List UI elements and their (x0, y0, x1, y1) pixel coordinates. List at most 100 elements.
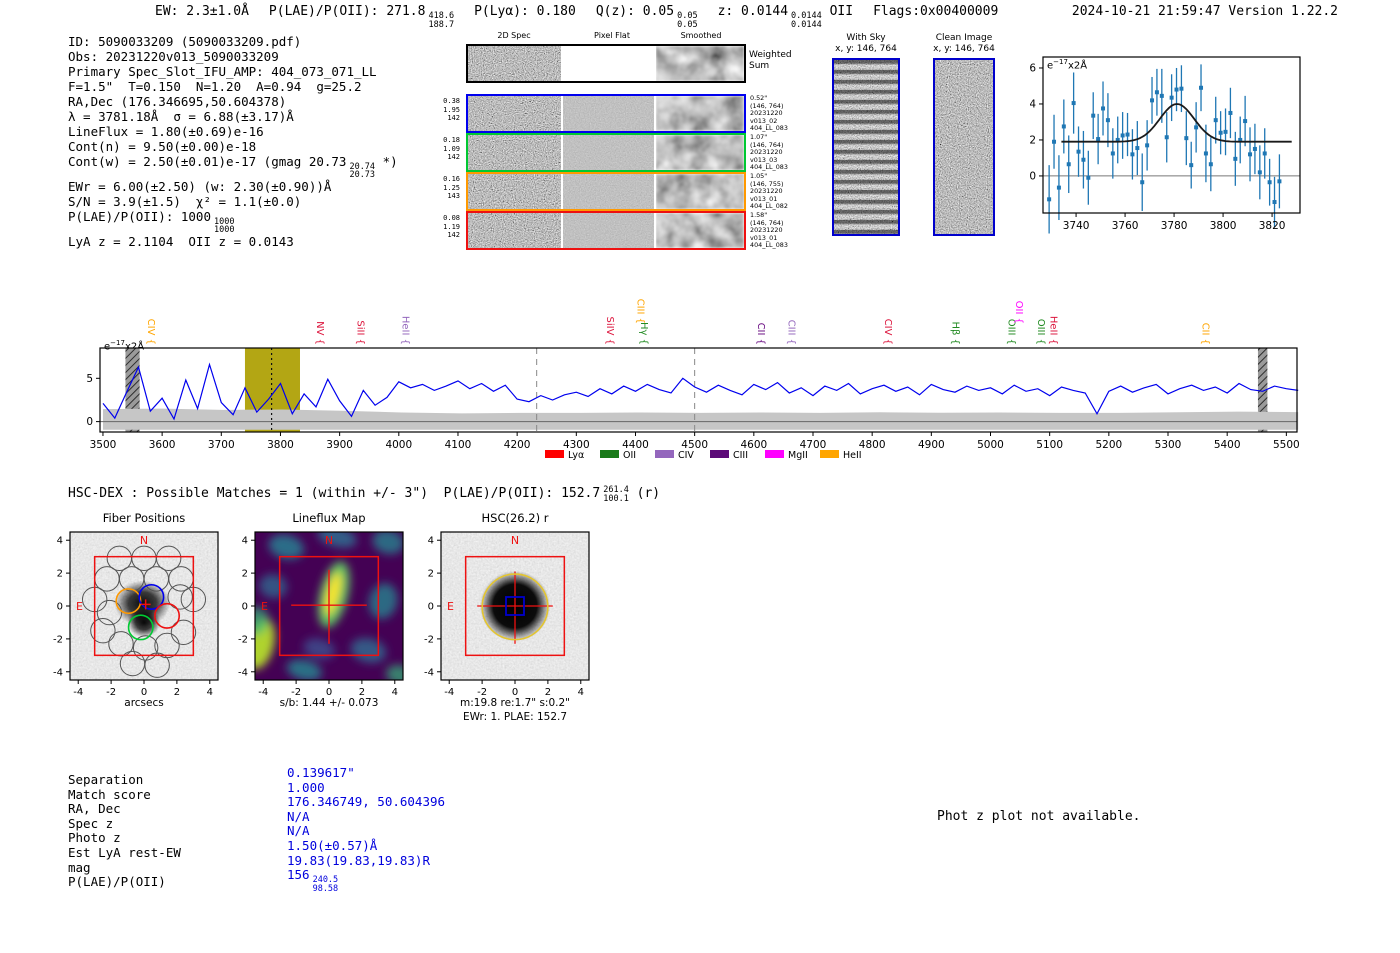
info-line-text: Primary Spec_Slot_IFU_AMP: 404_073_071_L… (68, 63, 377, 79)
match-row-value-text: 1.000 (287, 779, 325, 795)
cutout-image-fine (468, 96, 561, 131)
info-line-text: RA,Dec (176.346695,50.604378) (68, 93, 287, 109)
match-row-value-text: 0.139617" (287, 765, 355, 780)
info-line-text: Cont(w) = 2.50(±0.01)e-17 (gmag 20.73 (68, 153, 347, 169)
data-point (1081, 157, 1086, 162)
data-point (1086, 175, 1091, 180)
fine-noise-image (468, 213, 561, 248)
header-segment-1: P(LAE)/P(OII): 271.8 418.6 188.7 (269, 4, 454, 29)
data-point (1130, 152, 1135, 157)
cutout-image-flat (563, 96, 654, 131)
hsc-line-stack: 261.4 100.1 (603, 486, 629, 503)
info-line-2: Primary Spec_Slot_IFU_AMP: 404_073_071_L… (68, 63, 398, 80)
hsc-line-suffix: (r) (628, 486, 661, 501)
header-segment-text: EW: 2.3±1.0Å (155, 4, 249, 19)
match-row-label-4: Photo z (68, 830, 121, 846)
flat-noise-image (563, 96, 654, 131)
data-point (1140, 180, 1145, 185)
zoom-x-tick: 3800 (1210, 220, 1237, 232)
emission-line-marker-Hβ: Hβ { (950, 322, 961, 345)
data-point (1101, 106, 1106, 111)
info-line-text: EWr = 6.00(±2.50) (w: 2.30(±0.90))Å (68, 178, 332, 194)
exposure-annotation: 404_LL_082 (750, 202, 788, 211)
exposure-row-annotations-0: 0.52" (146, 764) 20231220 v013_02 404_LL_083 (750, 94, 788, 133)
panel-y-tick: 4 (242, 536, 248, 547)
spectrum-y-tick: 5 (86, 373, 93, 385)
stack-lower: 0.05 (677, 19, 698, 30)
legend-label-Lyα: Lyα (568, 450, 584, 461)
header-segment-text: P(Lyα): 0.180 (474, 4, 576, 19)
data-point (1194, 125, 1199, 130)
exposure-metric: 142 (447, 153, 460, 162)
legend-label-CIV: CIV (678, 450, 694, 461)
match-table-values: 0.139617" 1.000 176.346749, 50.604396 N/A N/… (287, 765, 446, 894)
zoom-x-tick: 3740 (1063, 220, 1090, 232)
spectrum-x-tick: 5000 (977, 439, 1004, 451)
emission-line-marker-CIII: CIII { (634, 299, 645, 324)
data-point (1233, 156, 1238, 161)
legend-swatch-MgII (765, 450, 784, 458)
report-timestamp: 2024-10-21 21:59:47 (1071, 4, 1221, 19)
panel-xlabel-lineflux: s/b: 1.44 +/- 0.073 (279, 697, 379, 709)
data-point (1228, 110, 1233, 115)
spectrum-x-tick: 3900 (326, 439, 353, 451)
match-row-value-text: 176.346749, 50.604396 (287, 794, 446, 810)
info-line-7: Cont(n) = 9.50(±0.00)e-18 (68, 138, 398, 155)
header-segment-text: Q(z): 0.05 (595, 4, 675, 19)
with-sky-panel-coords: x, y: 146, 764 (835, 44, 897, 54)
match-row-value-7: 156 240.5 98.58 (287, 867, 445, 894)
stack-lower: 98.58 (312, 883, 339, 894)
legend-label-MgII: MgII (788, 450, 808, 461)
exposure-row-0 (466, 94, 746, 133)
emission-line-marker-HeII: HeII { (399, 316, 410, 345)
info-line-0: ID: 5090033209 (5090033209.pdf) (68, 34, 398, 50)
legend-label-OII: OII (623, 450, 636, 461)
info-line-text: S/N = 3.9(±1.5) χ² = 1.1(±0.0) (68, 193, 302, 209)
data-point (1223, 129, 1228, 134)
exposure-row-2 (466, 172, 746, 211)
exposure-metric: 1.19 (443, 222, 460, 231)
exposure-metric: 143 (447, 192, 460, 201)
cutout-image-flat (563, 135, 654, 170)
panel-x-tick: -4 (444, 687, 454, 698)
match-row-value-text: 1.50(±0.57)Å (287, 837, 378, 853)
info-line-suffix: *) (375, 153, 398, 169)
zoom-y-tick: 4 (1030, 98, 1036, 110)
spectrum-x-tick: 4100 (445, 439, 472, 451)
exposure-metric: 1.95 (443, 105, 460, 114)
spectrum-x-tick: 5300 (1155, 439, 1182, 451)
emission-line-marker-CIV: CIV { (145, 319, 156, 345)
info-line-3: F=1.5" T=0.150 N=1.20 A=0.94 g=25.2 (68, 79, 398, 95)
match-row-value-0: 0.139617" (287, 765, 445, 781)
clean-image-panel-title-text: Clean Image (935, 33, 993, 43)
cutout-col-title-1: Pixel Flat (594, 31, 630, 40)
legend-swatch-CIV (655, 450, 674, 458)
info-line-text: Cont(n) = 9.50(±0.00)e-18 (68, 138, 257, 154)
panel-x-tick: 4 (578, 687, 584, 698)
emission-line-marker-SiIV: SiIV { (604, 317, 615, 345)
report-version: Version 1.22.2 (1228, 4, 1338, 19)
info-line-stack: 20.74 20.73 (349, 163, 375, 180)
data-point (1199, 85, 1204, 90)
panel-x-tick: 4 (207, 687, 213, 698)
data-point (1125, 132, 1130, 137)
data-point (1056, 185, 1061, 190)
cutout-image-smooth (656, 135, 744, 170)
exposure-row-left-labels-3: 0.08 1.19 142 (440, 214, 460, 240)
header-segment-0: EW: 2.3±1.0Å (155, 4, 249, 19)
cutout-image-smooth (656, 46, 744, 81)
data-point (1066, 162, 1071, 167)
panel-x-tick: -4 (258, 687, 268, 698)
panel-xlabel-fiber: arcsecs (124, 697, 164, 709)
emission-line-marker-OII: OII { (1013, 301, 1024, 324)
header-segment-5: Flags:0x00400009 (873, 4, 998, 19)
info-line-8: Cont(w) = 2.50(±0.01)e-17 (gmag 20.73 20.… (68, 153, 398, 180)
weighted-sum-label: Weighted Sum (749, 50, 792, 71)
clean-image-panel-title: Clean Image x, y: 146, 764 (918, 33, 1010, 55)
data-point (1277, 179, 1282, 184)
data-point (1096, 137, 1101, 142)
smooth-noise-image (656, 174, 744, 209)
panel-y-tick: 2 (242, 569, 248, 580)
legend-swatch-HeII (820, 450, 839, 458)
match-table-labels: Separation Match score RA, Dec Spec z Photo … (68, 772, 181, 890)
